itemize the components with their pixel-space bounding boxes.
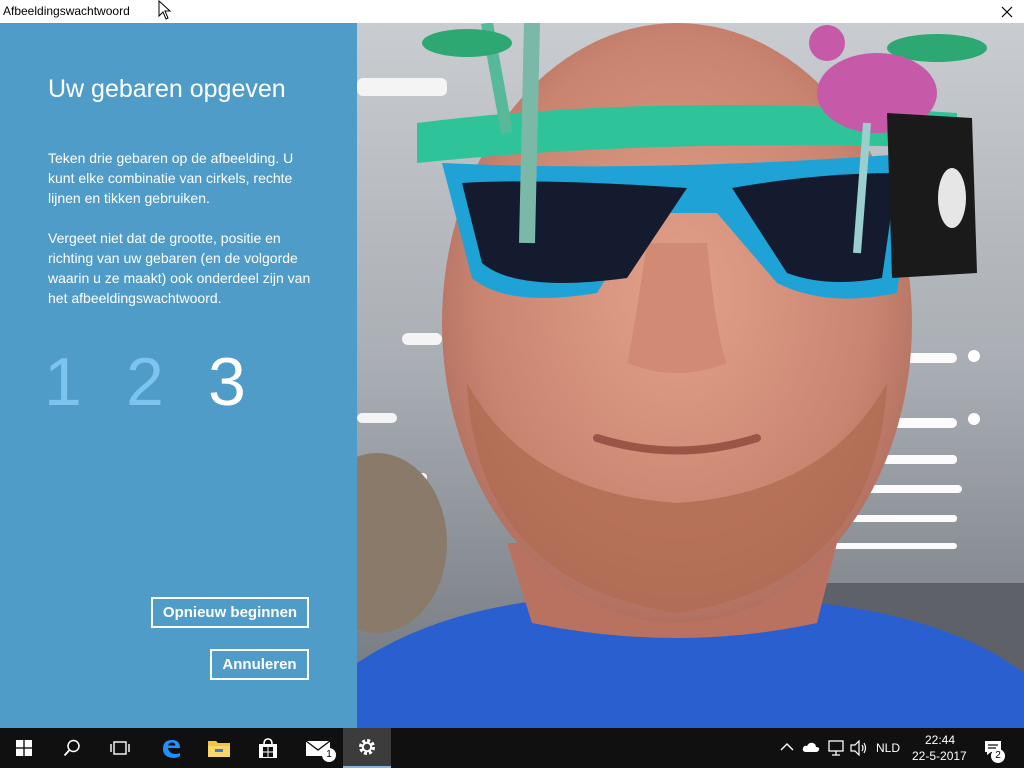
clock-time: 22:44 [925,733,956,747]
instruction-panel: Uw gebaren opgeven Teken drie gebaren op… [0,23,357,728]
settings-icon [359,739,375,755]
mail-badge: 1 [322,748,336,762]
title-bar: Afbeeldingswachtwoord [0,0,1024,23]
clock[interactable]: 22:44 22-5-2017 [908,731,970,765]
search-icon [63,739,80,757]
close-button[interactable] [990,0,1024,23]
restart-button[interactable]: Opnieuw beginnen [151,597,309,628]
chevron-up-icon[interactable] [780,742,794,752]
cancel-button[interactable]: Annuleren [210,649,309,680]
close-icon [1001,6,1013,17]
instruction-text: Teken drie gebaren op de afbeelding. U k… [48,150,294,206]
onedrive-icon[interactable] [802,741,820,753]
search-button[interactable] [48,728,96,768]
clock-date: 22-5-2017 [912,749,967,763]
file-explorer-icon [208,741,230,757]
task-view-button[interactable] [96,728,144,768]
volume-icon[interactable] [850,740,868,756]
store-icon [259,738,277,758]
gesture-step-indicator: 1 2 3 [44,341,290,423]
step-1: 1 [44,344,82,420]
network-icon[interactable] [827,740,845,756]
edge-browser-icon [163,740,180,758]
language-indicator[interactable]: NLD [876,741,900,755]
windows-start-icon [16,740,32,756]
step-2: 2 [126,344,164,420]
settings-button[interactable] [343,728,391,768]
edge-button[interactable] [147,728,195,768]
taskbar: 1 NLD 22:44 22-5-2017 2 [0,728,1024,768]
mail-button[interactable]: 1 [294,728,342,768]
store-button[interactable] [244,728,292,768]
password-picture[interactable] [357,23,1024,728]
start-button[interactable] [0,728,48,768]
task-view-icon [110,741,130,755]
notification-badge: 2 [991,749,1005,763]
window-title: Afbeeldingswachtwoord [3,4,130,18]
photo-image [357,23,1024,728]
page-title: Uw gebaren opgeven [48,75,286,103]
reminder-text: Vergeet niet dat de grootte, positie en … [48,230,311,306]
step-3: 3 [208,344,246,420]
action-center-button[interactable]: 2 [978,728,1024,768]
file-explorer-button[interactable] [195,728,243,768]
mouse-cursor-icon [158,0,172,20]
